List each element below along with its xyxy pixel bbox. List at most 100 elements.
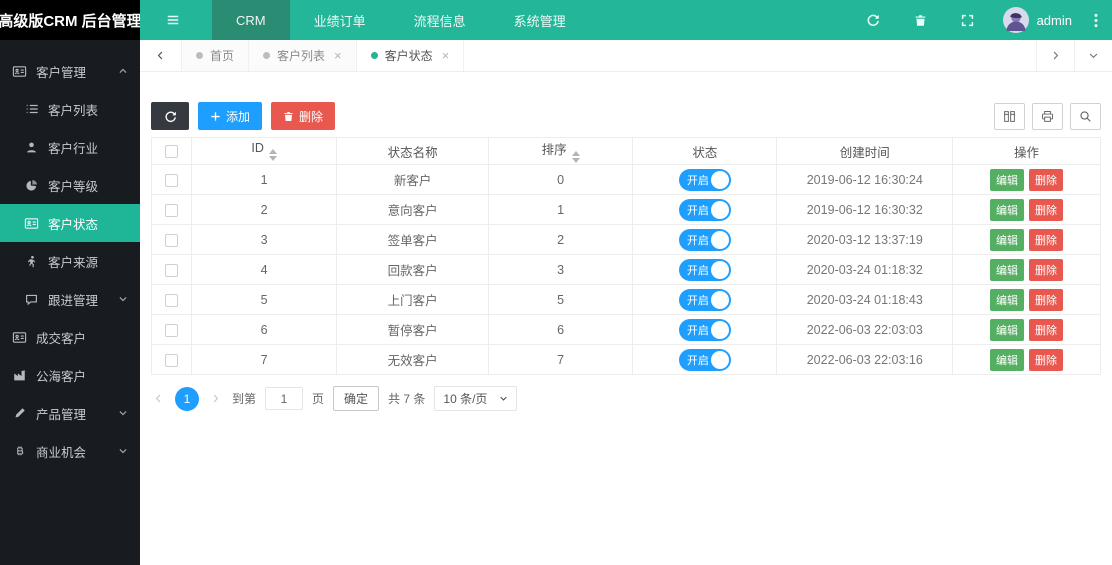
tab-strip-controls	[1036, 40, 1112, 71]
current-page-button[interactable]: 1	[175, 386, 199, 411]
tabs-scroll-left-button[interactable]	[140, 40, 182, 71]
delete-row-button[interactable]: 删除	[1029, 288, 1064, 311]
customer-status-table: ID 状态名称 排序 状态 创建时间 操作 1 新客户 0 开启 2019-06…	[151, 137, 1101, 375]
sidebar-item-business-opportunity[interactable]: 商业机会	[0, 432, 140, 470]
search-button[interactable]	[1070, 102, 1101, 130]
tab-label: 客户列表	[277, 49, 326, 63]
sidebar-item-public-customers[interactable]: 公海客户	[0, 356, 140, 394]
sidebar-item-followup-management[interactable]: 跟进管理	[0, 280, 140, 318]
add-button[interactable]: 添加	[198, 102, 263, 130]
more-menu-button[interactable]	[1084, 0, 1112, 40]
row-checkbox[interactable]	[165, 233, 178, 247]
refresh-button[interactable]	[849, 0, 897, 40]
page-size-select[interactable]: 10 条/页	[434, 386, 518, 411]
list-icon	[24, 102, 39, 117]
row-checkbox[interactable]	[165, 353, 178, 367]
delete-row-button[interactable]: 删除	[1029, 198, 1064, 221]
column-header-id[interactable]: ID	[190, 137, 338, 165]
delete-row-button[interactable]: 删除	[1029, 318, 1064, 341]
column-header-sort[interactable]: 排序	[488, 137, 634, 165]
sidebar: 客户管理 客户列表 客户行业 客户等级 客户状态 客户来源 跟进管理 成交客户 …	[0, 40, 140, 565]
edit-button[interactable]: 编辑	[990, 258, 1025, 281]
cell-id: 7	[190, 344, 338, 375]
pencil-icon	[12, 406, 27, 421]
sidebar-item-customer-source[interactable]: 客户来源	[0, 242, 140, 280]
edit-button[interactable]: 编辑	[990, 228, 1025, 251]
status-toggle[interactable]: 开启	[678, 288, 731, 311]
row-checkbox[interactable]	[165, 173, 178, 187]
edit-button[interactable]: 编辑	[990, 348, 1025, 371]
status-toggle[interactable]: 开启	[678, 228, 731, 251]
search-icon	[1079, 110, 1092, 123]
close-icon[interactable]: ×	[334, 48, 342, 63]
chevron-left-icon	[155, 50, 166, 61]
chevron-down-icon	[1088, 50, 1099, 61]
delete-row-button[interactable]: 删除	[1029, 348, 1064, 371]
row-checkbox[interactable]	[165, 323, 178, 337]
row-checkbox[interactable]	[165, 293, 178, 307]
nav-item-system[interactable]: 系统管理	[490, 0, 590, 40]
table-row: 1 新客户 0 开启 2019-06-12 16:30:24 编辑 删除	[151, 164, 1101, 195]
delete-button[interactable]: 删除	[271, 102, 336, 130]
toolbar-right	[994, 102, 1101, 130]
delete-row-button[interactable]: 删除	[1029, 228, 1064, 251]
nav-item-process[interactable]: 流程信息	[390, 0, 490, 40]
table-row: 5 上门客户 5 开启 2020-03-24 01:18:43 编辑 删除	[151, 284, 1101, 315]
cell-sort: 7	[488, 344, 634, 375]
delete-row-button[interactable]: 删除	[1029, 168, 1064, 191]
tab-home[interactable]: 首页	[182, 40, 250, 71]
tab-label: 首页	[210, 49, 235, 63]
pie-chart-icon	[24, 178, 39, 193]
print-button[interactable]	[1032, 102, 1063, 130]
nav-item-crm[interactable]: CRM	[212, 0, 290, 40]
page-size-label: 10 条/页	[443, 392, 488, 406]
tabs-menu-button[interactable]	[1074, 40, 1112, 71]
sidebar-item-customer-list[interactable]: 客户列表	[0, 90, 140, 128]
goto-confirm-button[interactable]: 确定	[333, 386, 380, 411]
status-toggle[interactable]: 开启	[678, 318, 731, 341]
fullscreen-button[interactable]	[944, 0, 991, 40]
tab-customer-status[interactable]: 客户状态 ×	[356, 40, 465, 71]
sidebar-collapse-button[interactable]	[140, 0, 206, 40]
row-checkbox[interactable]	[165, 203, 178, 217]
next-page-button[interactable]	[208, 393, 223, 404]
close-icon[interactable]: ×	[442, 48, 450, 63]
chevron-up-icon	[118, 66, 128, 76]
cell-name: 无效客户	[336, 344, 490, 375]
cell-id: 2	[190, 194, 338, 225]
edit-button[interactable]: 编辑	[990, 288, 1025, 311]
sidebar-item-product-management[interactable]: 产品管理	[0, 394, 140, 432]
status-toggle[interactable]: 开启	[678, 258, 731, 281]
nav-item-orders[interactable]: 业绩订单	[290, 0, 390, 40]
cell-created: 2019-06-12 16:30:24	[776, 164, 954, 195]
sidebar-item-deal-customers[interactable]: 成交客户	[0, 318, 140, 356]
goto-page-input[interactable]	[265, 387, 304, 410]
status-toggle[interactable]: 开启	[678, 168, 731, 191]
tab-customer-list[interactable]: 客户列表 ×	[249, 40, 357, 71]
sort-icon[interactable]	[571, 151, 580, 163]
delete-row-button[interactable]: 删除	[1029, 258, 1064, 281]
filter-columns-button[interactable]	[994, 102, 1025, 130]
industry-icon	[12, 368, 27, 383]
edit-button[interactable]: 编辑	[990, 168, 1025, 191]
edit-button[interactable]: 编辑	[990, 318, 1025, 341]
status-toggle[interactable]: 开启	[678, 348, 731, 371]
select-all-checkbox[interactable]	[165, 145, 178, 159]
sort-icon[interactable]	[268, 149, 277, 161]
main-area: 首页 客户列表 × 客户状态 × 添加 删除 ID 状态名称 排序 状态 创建时…	[140, 40, 1112, 565]
sidebar-item-customer-status[interactable]: 客户状态	[0, 204, 140, 242]
prev-page-button[interactable]	[151, 393, 166, 404]
clear-cache-button[interactable]	[897, 0, 944, 40]
refresh-table-button[interactable]	[151, 102, 189, 130]
cell-created: 2020-03-24 01:18:43	[776, 284, 954, 315]
sidebar-item-customer-management[interactable]: 客户管理	[0, 52, 140, 90]
tabs-scroll-right-button[interactable]	[1036, 40, 1074, 71]
edit-button[interactable]: 编辑	[990, 198, 1025, 221]
row-checkbox[interactable]	[165, 263, 178, 277]
status-toggle[interactable]: 开启	[678, 198, 731, 221]
user-menu[interactable]: admin	[991, 7, 1084, 33]
total-count-label: 共 7 条	[388, 392, 426, 406]
chevron-right-icon	[1050, 50, 1061, 61]
sidebar-item-customer-industry[interactable]: 客户行业	[0, 128, 140, 166]
sidebar-item-customer-level[interactable]: 客户等级	[0, 166, 140, 204]
